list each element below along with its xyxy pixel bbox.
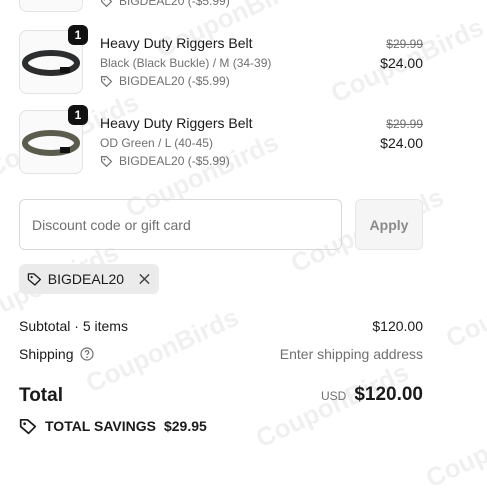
item-discount-label: BIGDEAL20 (-$5.99): [119, 74, 230, 88]
savings-label: TOTAL SAVINGS: [45, 418, 156, 434]
shipping-label-row: Shipping: [19, 346, 94, 362]
original-price: $29.99: [386, 37, 423, 51]
watermark: CouponBirds: [421, 396, 487, 494]
shipping-value: Enter shipping address: [279, 346, 423, 362]
item-discount: BIGDEAL20 (-$5.99): [100, 74, 230, 88]
item-discount-label: BIGDEAL20 (-$5.99): [119, 0, 230, 8]
product-name: Heavy Duty Riggers Belt: [100, 35, 253, 51]
quantity-badge: 1: [68, 25, 88, 45]
subtotal-label: Subtotal · 5 items: [19, 318, 128, 334]
help-icon[interactable]: [79, 347, 94, 361]
subtotal-value: $120.00: [372, 318, 423, 334]
applied-code-label: BIGDEAL20: [47, 271, 125, 287]
total-label: Total: [19, 385, 63, 406]
sale-price: $24.00: [380, 55, 423, 71]
shipping-label: Shipping: [19, 346, 74, 362]
total-value: $120.00: [354, 384, 423, 405]
quantity-badge: 1: [68, 105, 88, 125]
product-variant: Black (Black Buckle) / M (34-39): [100, 56, 272, 70]
savings-value: $29.95: [163, 418, 207, 434]
product-variant: OD Green / L (40-45): [100, 136, 213, 150]
apply-button[interactable]: Apply: [355, 199, 423, 250]
savings-tag-icon: [19, 418, 37, 435]
item-discount-label: BIGDEAL20 (-$5.99): [119, 154, 230, 168]
item-discount: BIGDEAL20 (-$5.99): [100, 154, 230, 168]
sale-price: $24.00: [380, 135, 423, 151]
original-price: $29.99: [386, 117, 423, 131]
watermark: CouponBirds: [81, 301, 244, 399]
applied-discount-chip: BIGDEAL20: [19, 264, 159, 294]
product-thumbnail: 1: [19, 105, 88, 174]
product-name: Heavy Duty Riggers Belt: [100, 115, 253, 131]
watermark: CouponBirds: [441, 256, 487, 354]
item-discount: BIGDEAL20 (-$5.99): [100, 0, 230, 8]
total-row-value: USD $120.00: [321, 384, 423, 406]
discount-code-input[interactable]: Discount code or gift card: [19, 199, 342, 250]
tag-icon: [101, 0, 113, 7]
currency-code: USD: [320, 389, 347, 403]
watermark: CouponBirds: [151, 0, 314, 64]
remove-discount-icon[interactable]: [138, 272, 151, 286]
tag-icon: [27, 273, 42, 286]
tag-icon: [101, 75, 113, 87]
product-thumbnail: [19, 0, 83, 12]
discount-code-placeholder: Discount code or gift card: [32, 216, 191, 233]
product-thumbnail: 1: [19, 25, 88, 94]
tag-icon: [101, 155, 113, 167]
total-savings: TOTAL SAVINGS $29.95: [19, 417, 207, 435]
